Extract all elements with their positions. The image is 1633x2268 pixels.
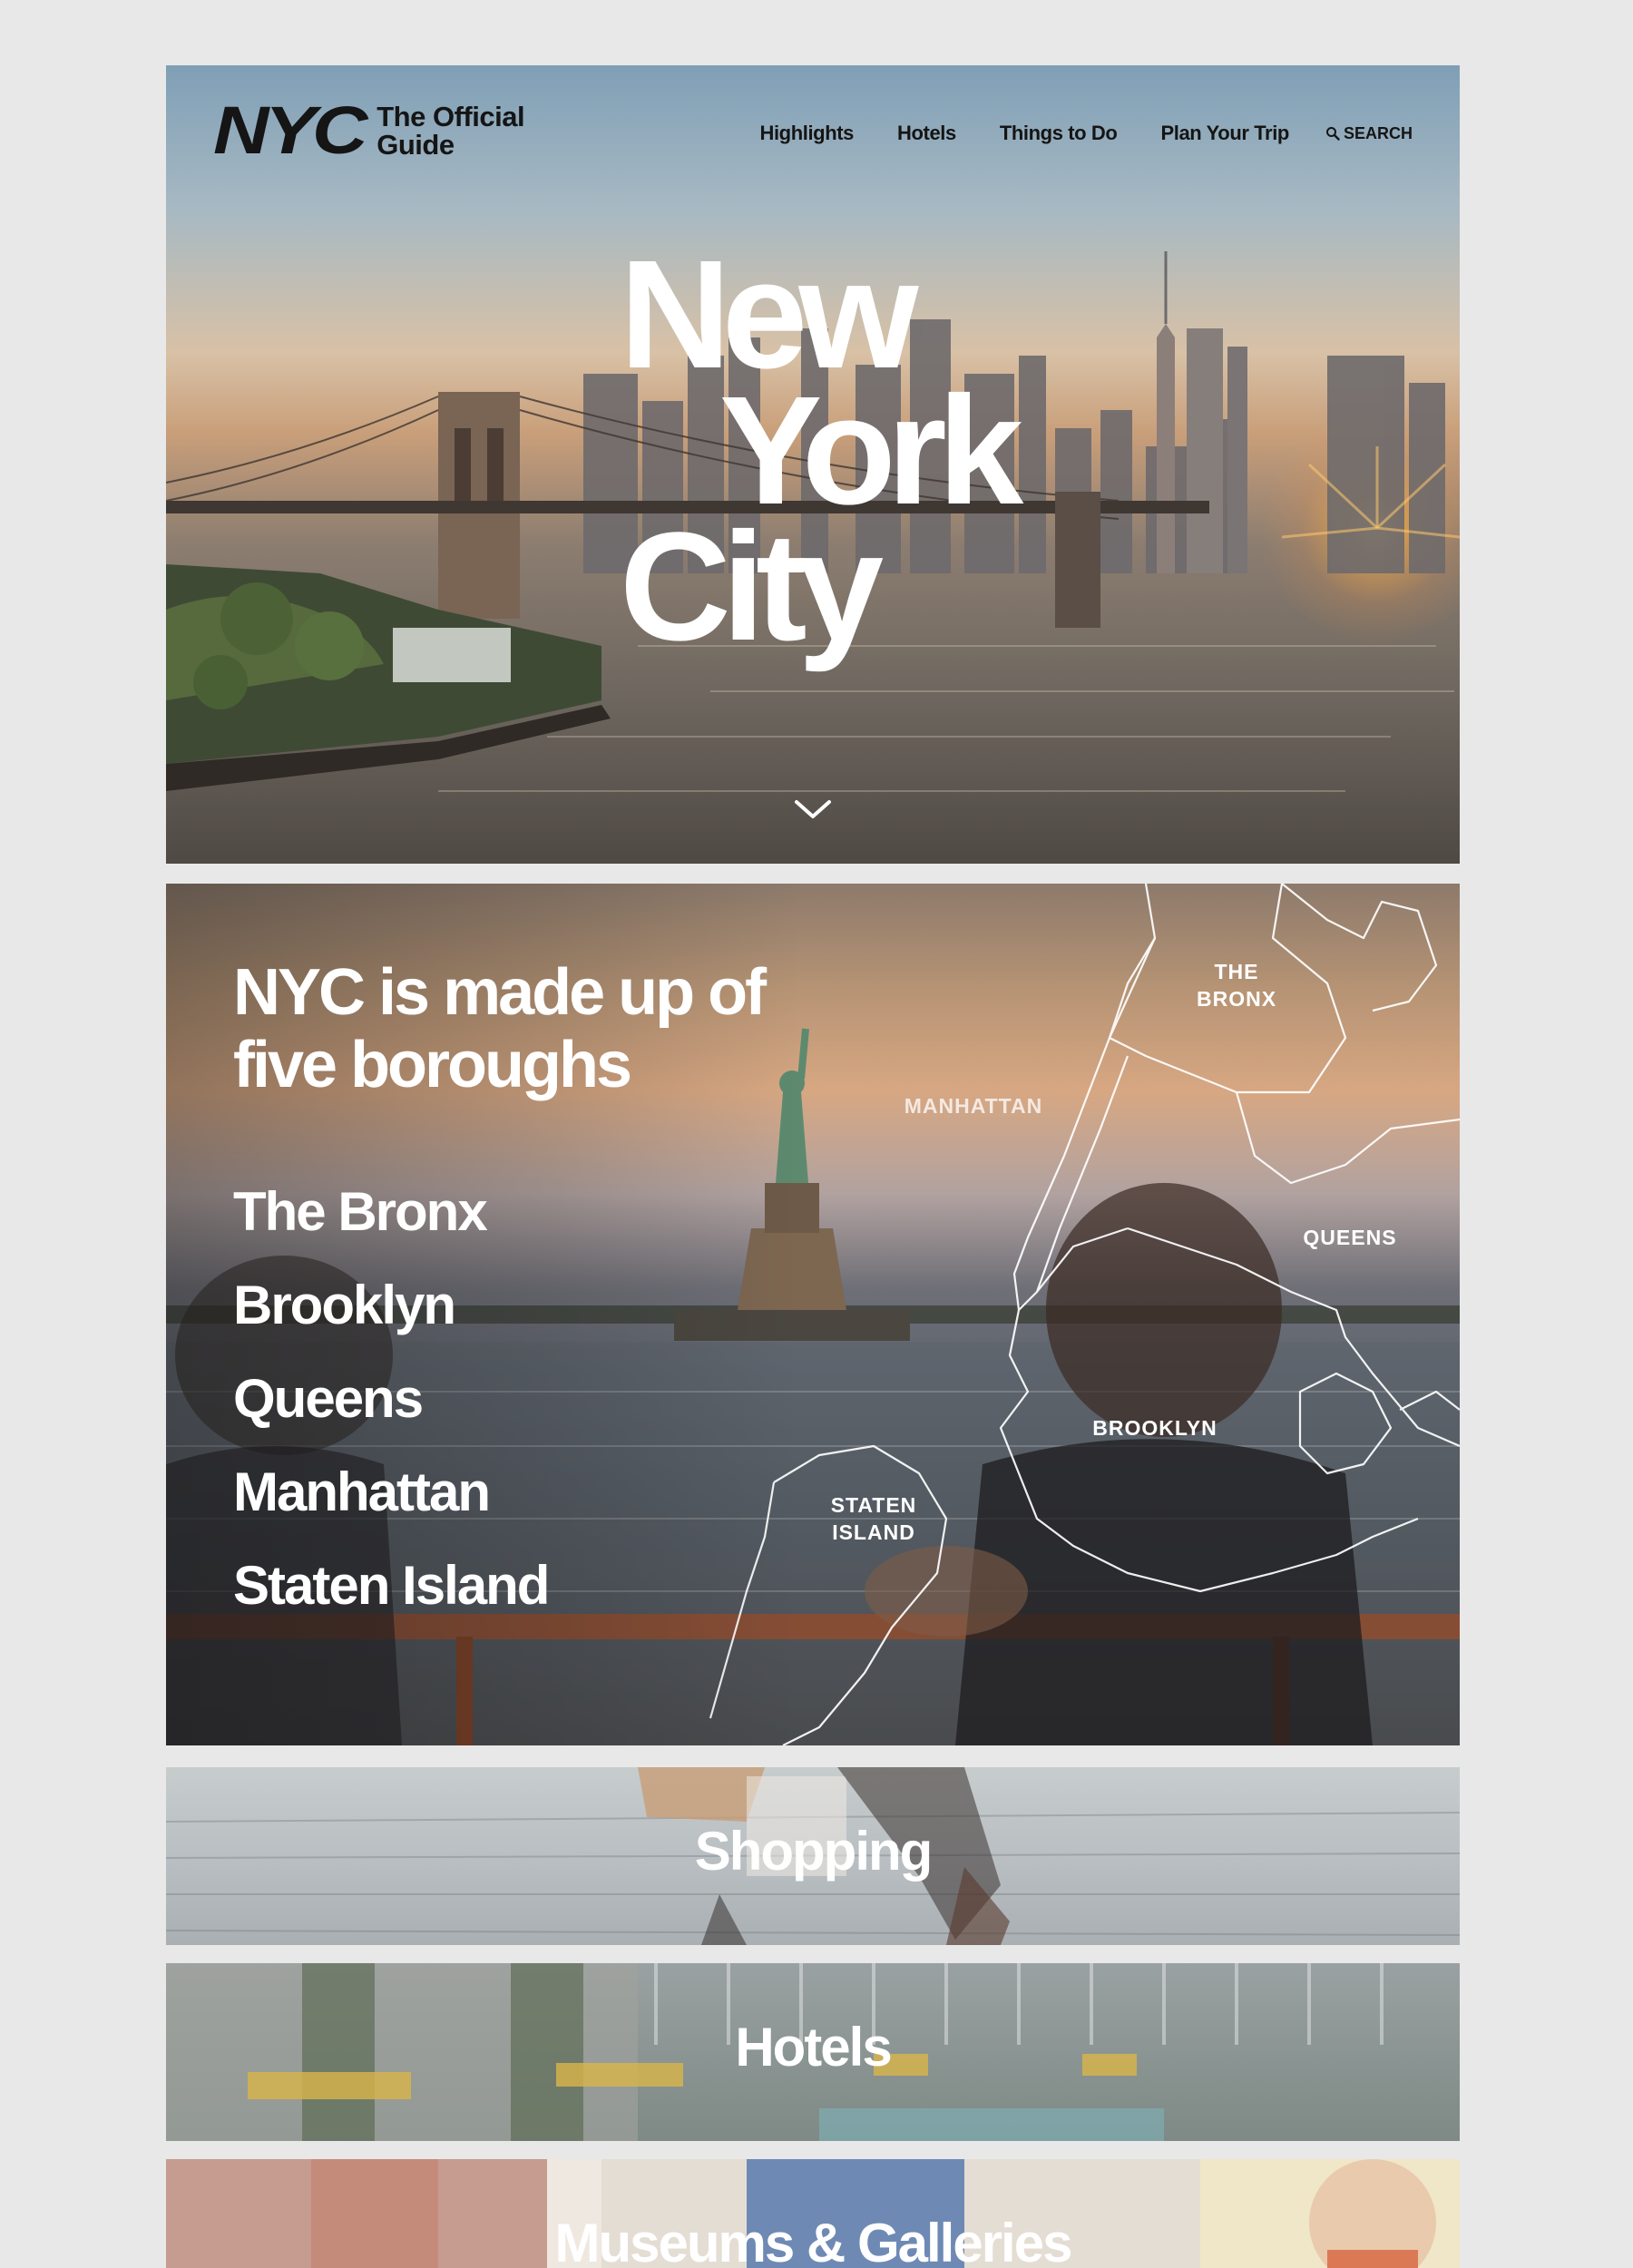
map-label-staten-line2: ISLAND bbox=[832, 1520, 915, 1544]
borough-link-manhattan[interactable]: Manhattan bbox=[233, 1445, 548, 1539]
logo-text: The Official Guide bbox=[376, 103, 524, 159]
nav-plan-your-trip[interactable]: Plan Your Trip bbox=[1160, 122, 1289, 145]
hero-title-line3: City bbox=[620, 501, 884, 673]
hotels-tile[interactable]: Hotels bbox=[166, 1963, 1460, 2141]
borough-link-bronx[interactable]: The Bronx bbox=[233, 1165, 548, 1258]
map-label-bronx-line2: BRONX bbox=[1196, 987, 1277, 1011]
shopping-tile[interactable]: Shopping bbox=[166, 1767, 1460, 1945]
hero-title-line1: New bbox=[620, 229, 919, 401]
nyc-logo[interactable]: NYC The Official Guide bbox=[213, 93, 525, 168]
hero-section: NYC The Official Guide Highlights Hotels… bbox=[166, 65, 1460, 864]
borough-link-staten-island[interactable]: Staten Island bbox=[233, 1539, 550, 1632]
hotels-tile-label: Hotels bbox=[735, 2017, 892, 2077]
nav-links: Highlights Hotels Things to Do Plan Your… bbox=[716, 122, 1413, 145]
boroughs-title-line1: NYC is made up of bbox=[233, 956, 767, 1029]
boroughs-title: NYC is made up of five boroughs bbox=[233, 956, 868, 1101]
search-label: SEARCH bbox=[1343, 123, 1413, 142]
search-icon bbox=[1325, 127, 1340, 141]
top-navigation: NYC The Official Guide Highlights Hotels… bbox=[166, 65, 1460, 201]
shopping-tile-label: Shopping bbox=[694, 1821, 934, 1882]
logo-text-line1: The Official bbox=[376, 101, 525, 132]
museums-galleries-tile[interactable]: Museums & Galleries bbox=[166, 2159, 1460, 2268]
boroughs-section: NYC is made up of five boroughs The Bron… bbox=[166, 884, 1460, 1745]
chevron-down-icon[interactable] bbox=[793, 798, 833, 820]
logo-mark: NYC bbox=[213, 93, 367, 168]
borough-link-brooklyn[interactable]: Brooklyn bbox=[233, 1258, 548, 1352]
map-label-bronx-line1: THE bbox=[1214, 960, 1259, 983]
nav-highlights[interactable]: Highlights bbox=[759, 122, 854, 145]
map-label-staten-line1: STATEN bbox=[830, 1493, 917, 1517]
boroughs-title-line2: five boroughs bbox=[233, 1029, 632, 1101]
page: NYC The Official Guide Highlights Hotels… bbox=[166, 65, 1460, 2268]
search-button[interactable]: SEARCH bbox=[1325, 124, 1413, 143]
map-label-staten-island[interactable]: STATEN ISLAND bbox=[810, 1491, 937, 1546]
museums-tile-label: Museums & Galleries bbox=[554, 2213, 1073, 2268]
hero-title-line2: York bbox=[719, 365, 1023, 537]
nav-things-to-do[interactable]: Things to Do bbox=[1000, 122, 1118, 145]
map-label-bronx[interactable]: THE BRONX bbox=[1173, 958, 1300, 1012]
map-label-queens[interactable]: QUEENS bbox=[1286, 1224, 1413, 1251]
map-label-brooklyn[interactable]: BROOKLYN bbox=[1073, 1414, 1237, 1442]
borough-link-queens[interactable]: Queens bbox=[233, 1352, 548, 1445]
borough-list: The Bronx Brooklyn Queens Manhattan Stat… bbox=[233, 1165, 550, 1632]
logo-text-line2: Guide bbox=[376, 129, 455, 161]
hero-title: New York City bbox=[620, 229, 1023, 673]
map-label-manhattan[interactable]: MANHATTAN bbox=[892, 1092, 1055, 1119]
nav-hotels[interactable]: Hotels bbox=[897, 122, 956, 145]
